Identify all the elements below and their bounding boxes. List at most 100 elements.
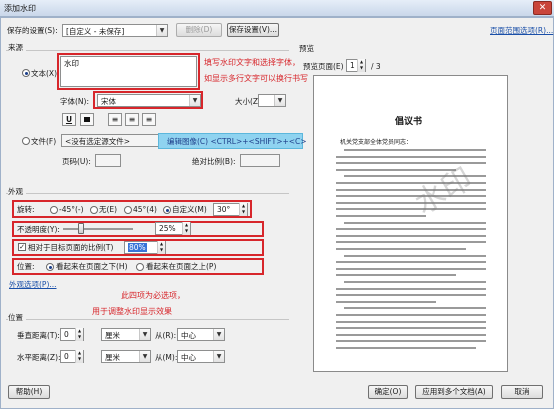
file-source-label: 文件(F) bbox=[31, 137, 57, 146]
cancel-button[interactable]: 取消 bbox=[501, 385, 543, 399]
doc-text-line bbox=[336, 314, 486, 316]
rotation-none-label: 无(E) bbox=[99, 205, 118, 214]
opacity-label: 不透明度(Y): bbox=[17, 225, 60, 234]
doc-text-line bbox=[344, 307, 486, 310]
color-swatch-icon bbox=[84, 117, 90, 122]
save-settings-button[interactable]: 保存设置(V)... bbox=[227, 23, 279, 37]
spin-arrows-icon[interactable]: ▲ ▼ bbox=[182, 222, 190, 235]
underline-button[interactable]: U bbox=[62, 113, 76, 126]
relative-scale-checkbox[interactable]: ✓ bbox=[18, 243, 26, 251]
align-center-button[interactable]: ≡ bbox=[125, 113, 139, 126]
rotation-minus45-radio[interactable] bbox=[50, 206, 58, 214]
tooltip-text: 编辑图像(C) <CTRL>+<SHIFT>+<C> bbox=[167, 137, 307, 146]
preview-page-label: 预览页面(E) bbox=[303, 62, 344, 71]
rotation-45-label: 45°(4) bbox=[133, 205, 157, 214]
opacity-slider-track[interactable] bbox=[63, 228, 133, 230]
size-select[interactable]: ▼ bbox=[258, 94, 286, 107]
chevron-down-icon: ▼ bbox=[156, 25, 167, 36]
preview-page-value: 1 bbox=[350, 61, 355, 70]
color-button[interactable] bbox=[80, 113, 94, 126]
horizontal-distance-input[interactable]: 0 ▲ ▼ bbox=[60, 350, 84, 363]
spin-arrows-icon[interactable]: ▲ ▼ bbox=[75, 328, 83, 341]
absolute-scale-field[interactable] bbox=[240, 154, 280, 167]
chevron-down-icon: ▼ bbox=[213, 351, 224, 362]
source-file-field[interactable]: <没有选定源文件> bbox=[61, 134, 171, 147]
appearance-section-title: 外观 bbox=[8, 186, 26, 197]
font-value: 宋体 bbox=[101, 97, 116, 106]
saved-settings-select[interactable]: [自定义 - 未保存] ▼ bbox=[62, 24, 168, 37]
horizontal-from-value: 中心 bbox=[181, 353, 196, 362]
watermark-text-input[interactable]: 水印 bbox=[60, 56, 197, 87]
horizontal-unit-select[interactable]: 厘米 ▼ bbox=[101, 350, 151, 363]
help-button[interactable]: 帮助(H) bbox=[8, 385, 50, 399]
font-label: 字体(N): bbox=[60, 97, 89, 106]
spin-arrows-icon[interactable]: ▲ ▼ bbox=[239, 203, 247, 216]
spin-arrows-icon[interactable]: ▲ ▼ bbox=[157, 241, 165, 254]
preview-section-title: 预览 bbox=[299, 44, 314, 53]
vertical-from-label: 从(R): bbox=[155, 331, 177, 340]
position-below-radio[interactable] bbox=[46, 263, 54, 271]
window-title: 添加水印 bbox=[4, 4, 36, 13]
position-label: 位置: bbox=[17, 262, 35, 271]
rotation-label: 旋转: bbox=[17, 205, 35, 214]
opacity-value: 25% bbox=[159, 224, 176, 233]
align-left-button[interactable]: ≡ bbox=[108, 113, 122, 126]
opacity-slider-thumb[interactable] bbox=[77, 223, 84, 234]
source-section-title: 来源 bbox=[8, 42, 26, 53]
file-source-radio[interactable] bbox=[22, 137, 30, 145]
page-number-label: 页码(U): bbox=[62, 157, 91, 166]
doc-text-line bbox=[344, 254, 486, 257]
spin-arrows-icon[interactable]: ▲ ▼ bbox=[75, 350, 83, 363]
preview-page-input[interactable]: 1 ▲ ▼ bbox=[346, 59, 366, 72]
delete-button[interactable]: 删除(D) bbox=[176, 23, 222, 37]
doc-text-line bbox=[336, 300, 436, 303]
chevron-down-icon: ▼ bbox=[139, 329, 150, 340]
doc-text-line bbox=[336, 294, 486, 297]
doc-text-line bbox=[336, 208, 486, 211]
doc-text-line bbox=[336, 340, 486, 343]
doc-text-line bbox=[344, 281, 486, 283]
page-range-options-link[interactable]: 页面范围选项(R)... bbox=[490, 25, 553, 36]
page-number-field[interactable] bbox=[95, 154, 121, 167]
chevron-down-icon: ▼ bbox=[213, 329, 224, 340]
chevron-down-icon: ▼ bbox=[274, 95, 285, 106]
relative-scale-input[interactable]: 80% ▲ ▼ bbox=[124, 241, 166, 254]
spin-arrows-icon[interactable]: ▲ ▼ bbox=[357, 59, 365, 72]
position-below-label: 看起来在页面之下(H) bbox=[56, 262, 128, 271]
rotation-45-radio[interactable] bbox=[124, 206, 132, 214]
rotation-none-radio[interactable] bbox=[90, 206, 98, 214]
vertical-distance-input[interactable]: 0 ▲ ▼ bbox=[60, 328, 84, 341]
doc-text-line bbox=[336, 274, 456, 277]
doc-text-line bbox=[336, 234, 486, 237]
absolute-scale-label: 绝对比例(B): bbox=[192, 157, 236, 166]
position-section-title: 位置 bbox=[8, 312, 26, 323]
close-button[interactable]: ✕ bbox=[533, 1, 552, 15]
watermark-text-value: 水印 bbox=[64, 59, 79, 68]
text-source-radio[interactable] bbox=[22, 69, 30, 77]
ok-button[interactable]: 确定(O) bbox=[368, 385, 408, 399]
align-left-icon: ≡ bbox=[111, 115, 119, 124]
source-file-value: <没有选定源文件> bbox=[65, 137, 131, 146]
preview-page-total: / 3 bbox=[371, 62, 381, 71]
vertical-distance-value: 0 bbox=[64, 330, 69, 339]
appearance-options-link[interactable]: 外观选项(P)... bbox=[9, 279, 57, 290]
doc-text-line bbox=[336, 261, 486, 264]
doc-text-line bbox=[344, 149, 486, 151]
position-above-radio[interactable] bbox=[136, 263, 144, 271]
chevron-down-icon: ▼ bbox=[139, 351, 150, 362]
align-right-button[interactable]: ≡ bbox=[142, 113, 156, 126]
vertical-unit-select[interactable]: 厘米 ▼ bbox=[101, 328, 151, 341]
opacity-input[interactable]: 25% ▲ ▼ bbox=[155, 222, 191, 235]
doc-text-line bbox=[336, 201, 486, 204]
annotation-text-2: 如显示多行文字可以换行书写 bbox=[204, 74, 308, 83]
font-select[interactable]: 宋体 ▼ bbox=[97, 94, 201, 107]
rotation-custom-radio[interactable] bbox=[163, 206, 171, 214]
vertical-from-select[interactable]: 中心 ▼ bbox=[177, 328, 225, 341]
preview-page: 倡议书 机关党支部全体党员同志： 水印 bbox=[313, 75, 508, 372]
rotation-custom-label: 自定义(M) bbox=[172, 205, 207, 214]
annotation-text-1: 填写水印文字和选择字体， bbox=[204, 58, 300, 67]
source-group-divider bbox=[6, 50, 289, 51]
horizontal-from-select[interactable]: 中心 ▼ bbox=[177, 350, 225, 363]
rotation-custom-input[interactable]: 30° ▲ ▼ bbox=[213, 203, 248, 216]
apply-to-multiple-button[interactable]: 应用到多个文档(A) bbox=[415, 385, 493, 399]
